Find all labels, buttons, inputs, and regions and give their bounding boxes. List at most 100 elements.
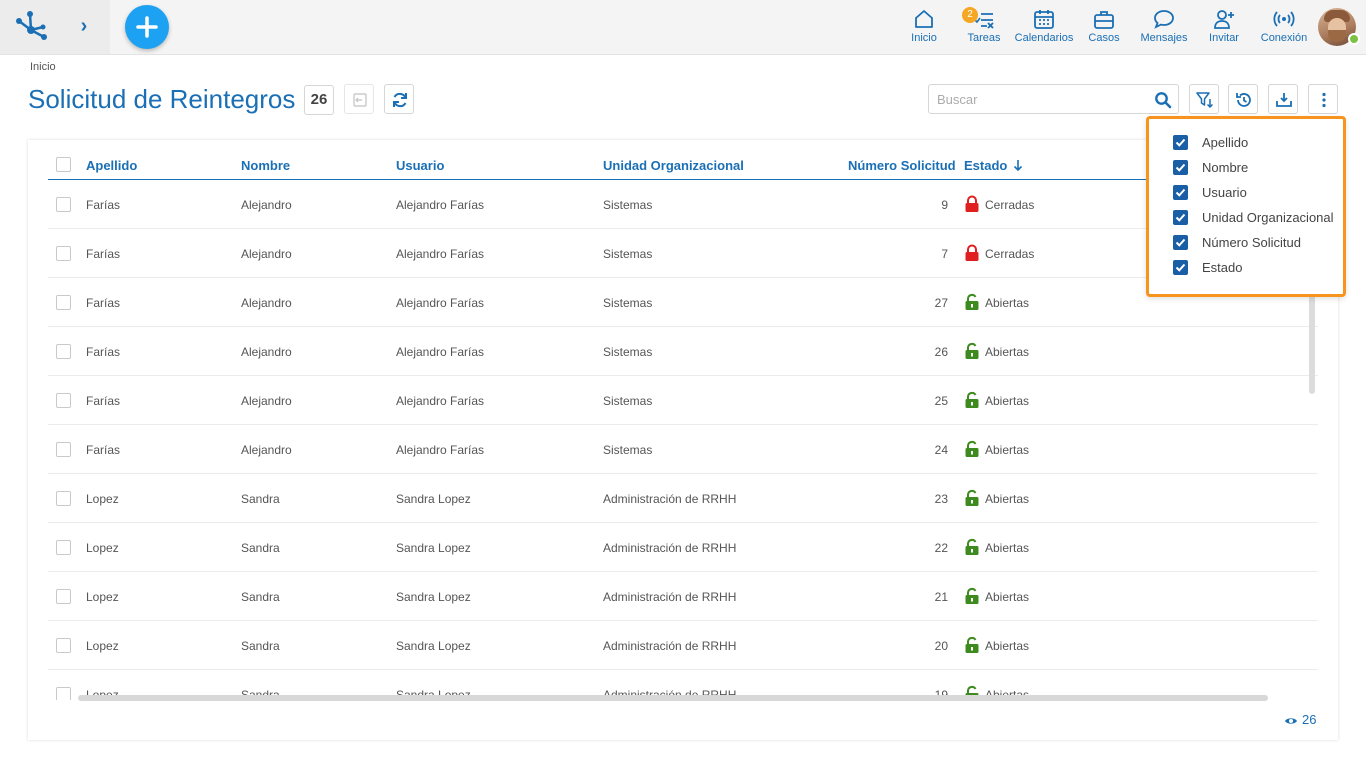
cell-nombre: Sandra [241, 541, 280, 555]
column-option-label: Estado [1202, 260, 1243, 275]
checkbox-checked[interactable] [1173, 235, 1188, 250]
nav-inicio[interactable]: Inicio [904, 8, 944, 48]
nav-mensajes[interactable]: Mensajes [1138, 8, 1190, 48]
table-row[interactable]: Lopez Sandra Sandra Lopez Administración de… [48, 523, 1318, 572]
more-options-button[interactable] [1308, 84, 1338, 114]
table-row[interactable]: Farías Alejandro Alejandro Farías Sistemas 2… [48, 376, 1318, 425]
breadcrumb[interactable]: Inicio [30, 61, 56, 73]
vertical-scrollbar[interactable] [1309, 290, 1315, 394]
row-checkbox[interactable] [56, 246, 71, 261]
history-icon [1236, 93, 1251, 107]
visible-count: 26 [1284, 712, 1316, 727]
check-icon [1175, 263, 1186, 272]
check-icon [1175, 163, 1186, 172]
grid-card: Apellido Nombre Usuario Unidad Organizac… [28, 140, 1338, 740]
cell-usuario: Alejandro Farías [396, 345, 485, 359]
filter-sort-icon [1196, 92, 1214, 109]
cell-estado: Abiertas [985, 394, 1030, 408]
cell-unidad: Sistemas [603, 296, 653, 310]
column-option-label: Nombre [1202, 160, 1249, 175]
cell-unidad: Administración de RRHH [603, 590, 737, 604]
cell-usuario: Alejandro Farías [396, 443, 485, 457]
cell-apellido: Farías [86, 198, 121, 212]
history-button[interactable] [1228, 84, 1258, 114]
row-checkbox[interactable] [56, 491, 71, 506]
refresh-button[interactable] [384, 84, 414, 114]
cell-apellido: Farías [86, 296, 121, 310]
row-checkbox[interactable] [56, 589, 71, 604]
column-option-label: Número Solicitud [1202, 235, 1301, 250]
record-count: 26 [304, 85, 334, 115]
checkbox-checked[interactable] [1173, 260, 1188, 275]
top-bar: › Inicio 2 Tareas Calendarios Casos Mens… [0, 0, 1366, 55]
search-button[interactable] [1147, 84, 1179, 114]
table-row[interactable]: Farías Alejandro Alejandro Farías Sistemas 2… [48, 327, 1318, 376]
nav-invitar[interactable]: Invitar [1204, 8, 1244, 48]
export-disabled-button[interactable] [344, 84, 374, 114]
column-option-label: Apellido [1202, 135, 1249, 150]
cell-nombre: Alejandro [241, 443, 292, 457]
table-row[interactable]: Farías Alejandro Alejandro Farías Sistemas 2… [48, 278, 1318, 327]
nav-calendarios[interactable]: Calendarios [1014, 8, 1074, 48]
table-row[interactable]: Farías Alejandro Alejandro Farías Sistemas 9… [48, 180, 1318, 229]
cell-numero: 7 [941, 247, 948, 261]
cell-estado: Cerradas [985, 198, 1035, 212]
nav-conexion-label: Conexión [1260, 32, 1308, 44]
column-chooser-menu: Apellido Nombre Usuario Unidad Organizacion… [1146, 116, 1346, 297]
download-button[interactable] [1268, 84, 1298, 114]
search-icon [1155, 92, 1172, 109]
cell-nombre: Alejandro [241, 247, 292, 261]
cell-nombre: Alejandro [241, 296, 292, 310]
horizontal-scrollbar[interactable] [78, 695, 1268, 701]
row-checkbox[interactable] [56, 295, 71, 310]
cell-nombre: Sandra [241, 590, 280, 604]
cell-apellido: Lopez [86, 590, 119, 604]
cell-numero: 23 [934, 492, 948, 506]
check-icon [1175, 238, 1186, 247]
check-icon [1175, 213, 1186, 222]
signal-icon [1273, 11, 1295, 27]
row-checkbox[interactable] [56, 687, 71, 700]
column-option-label: Unidad Organizacional [1202, 210, 1334, 225]
row-checkbox[interactable] [56, 197, 71, 212]
checkbox-checked[interactable] [1173, 185, 1188, 200]
row-checkbox[interactable] [56, 442, 71, 457]
filter-button[interactable] [1189, 84, 1219, 114]
checkbox-checked[interactable] [1173, 160, 1188, 175]
cell-numero: 25 [934, 394, 948, 408]
row-checkbox[interactable] [56, 393, 71, 408]
cell-apellido: Farías [86, 443, 121, 457]
nav-tareas-label: Tareas [967, 32, 1001, 44]
table-row[interactable]: Lopez Sandra Sandra Lopez Administración de… [48, 621, 1318, 670]
checkbox-checked[interactable] [1173, 210, 1188, 225]
search-input[interactable] [928, 84, 1148, 114]
expand-menu-icon[interactable]: › [74, 14, 94, 38]
nav-calendarios-label: Calendarios [1014, 32, 1074, 44]
new-button[interactable] [125, 5, 169, 49]
nav-tareas[interactable]: 2 Tareas [962, 7, 1004, 48]
column-option-label: Usuario [1202, 185, 1247, 200]
grid-body: Farías Alejandro Alejandro Farías Sistemas 9… [28, 140, 1338, 700]
download-icon [1276, 93, 1292, 107]
row-checkbox[interactable] [56, 638, 71, 653]
table-row[interactable]: Farías Alejandro Alejandro Farías Sistemas 7… [48, 229, 1318, 278]
cell-estado: Abiertas [985, 639, 1030, 653]
calendar-icon [1034, 10, 1054, 29]
checkbox-checked[interactable] [1173, 135, 1188, 150]
cell-numero: 21 [934, 590, 948, 604]
nav-conexion[interactable]: Conexión [1258, 8, 1310, 48]
app-logo-icon[interactable] [14, 10, 48, 42]
cell-apellido: Farías [86, 345, 121, 359]
table-row[interactable]: Farías Alejandro Alejandro Farías Sistemas 2… [48, 425, 1318, 474]
cell-numero: 27 [934, 296, 948, 310]
chat-icon [1154, 10, 1174, 29]
table-row[interactable]: Lopez Sandra Sandra Lopez Administración de… [48, 474, 1318, 523]
table-row[interactable]: Lopez Sandra Sandra Lopez Administración de… [48, 572, 1318, 621]
more-vertical-icon [1322, 92, 1326, 108]
nav-casos[interactable]: Casos [1084, 8, 1124, 48]
cell-nombre: Sandra [241, 492, 280, 506]
cell-unidad: Sistemas [603, 198, 653, 212]
row-checkbox[interactable] [56, 540, 71, 555]
row-checkbox[interactable] [56, 344, 71, 359]
lock-open-icon [964, 636, 980, 654]
